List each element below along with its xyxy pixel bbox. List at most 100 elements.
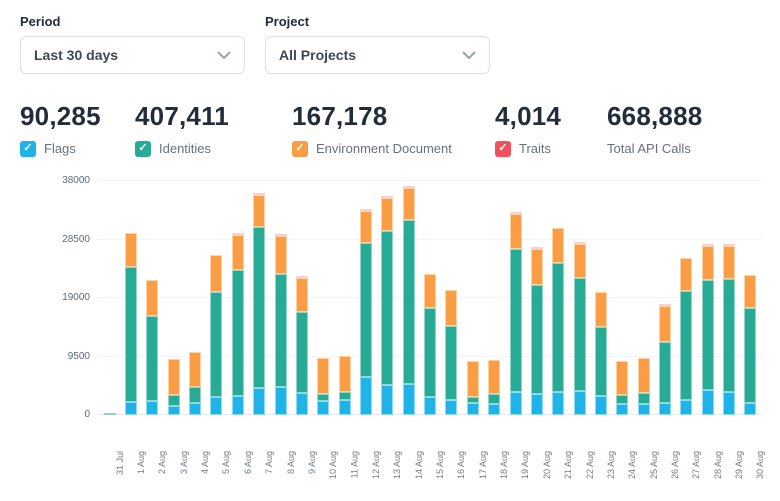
- bar-stack: [146, 280, 158, 415]
- project-dropdown-value: All Projects: [279, 47, 356, 63]
- bar-segment-flags: [488, 404, 500, 415]
- bar-group-10-aug[interactable]: 10 Aug: [313, 181, 334, 415]
- bar-group-1-aug[interactable]: 1 Aug: [120, 181, 141, 415]
- bar-group-17-aug[interactable]: 17 Aug: [462, 181, 483, 415]
- bar-segment-flags: [445, 400, 457, 415]
- bar-segment-environment-document: [146, 280, 158, 317]
- bar-group-16-aug[interactable]: 16 Aug: [441, 181, 462, 415]
- y-axis-label: 9500: [68, 352, 90, 362]
- bar-segment-flags: [531, 394, 543, 415]
- bar-segment-identities: [702, 280, 714, 390]
- bar-group-22-aug[interactable]: 22 Aug: [569, 181, 590, 415]
- x-axis-label-zone: 31 Jul: [99, 415, 120, 461]
- bar-group-14-aug[interactable]: 14 Aug: [398, 181, 419, 415]
- filters-row: Period Last 30 days Project All Projects: [20, 14, 770, 74]
- x-axis-label: 30 Aug: [755, 451, 765, 479]
- bar-segment-flags: [723, 392, 735, 415]
- x-axis-label-zone: 4 Aug: [184, 415, 205, 461]
- bar-stack: [616, 361, 628, 415]
- x-axis-label-zone: 25 Aug: [633, 415, 654, 461]
- plot-area: 31 Jul1 Aug2 Aug3 Aug4 Aug5 Aug6 Aug7 Au…: [98, 181, 762, 415]
- checkbox-identities[interactable]: ✓: [135, 141, 151, 157]
- bar-group-7-aug[interactable]: 7 Aug: [249, 181, 270, 415]
- x-axis-label-zone: 15 Aug: [419, 415, 440, 461]
- bar-group-18-aug[interactable]: 18 Aug: [483, 181, 504, 415]
- project-filter: Project All Projects: [265, 14, 490, 74]
- checkbox-traits[interactable]: ✓: [495, 141, 511, 157]
- checkbox-environment-document[interactable]: ✓: [292, 141, 308, 157]
- bar-stack: [744, 275, 756, 415]
- bar-group-20-aug[interactable]: 20 Aug: [526, 181, 547, 415]
- bar-stack: [403, 186, 415, 415]
- bar-segment-identities: [424, 308, 436, 397]
- x-axis-label-zone: 27 Aug: [676, 415, 697, 461]
- bar-segment-flags: [680, 400, 692, 415]
- bar-group-27-aug[interactable]: 27 Aug: [676, 181, 697, 415]
- bar-segment-flags: [616, 404, 628, 415]
- bar-segment-identities: [659, 342, 671, 404]
- stat-traits: 4,014✓Traits: [495, 101, 607, 157]
- chevron-down-icon: [462, 51, 476, 60]
- bar-group-11-aug[interactable]: 11 Aug: [334, 181, 355, 415]
- bar-group-25-aug[interactable]: 25 Aug: [633, 181, 654, 415]
- bar-stack: [595, 292, 607, 415]
- bar-group-29-aug[interactable]: 29 Aug: [718, 181, 739, 415]
- period-filter: Period Last 30 days: [20, 14, 245, 74]
- bar-group-24-aug[interactable]: 24 Aug: [612, 181, 633, 415]
- project-dropdown[interactable]: All Projects: [265, 36, 490, 74]
- bar-segment-environment-document: [275, 236, 287, 274]
- checkbox-flags[interactable]: ✓: [20, 141, 36, 157]
- bar-stack: [510, 212, 522, 415]
- x-axis-label-zone: 30 Aug: [740, 415, 761, 461]
- bar-group-9-aug[interactable]: 9 Aug: [291, 181, 312, 415]
- bar-group-3-aug[interactable]: 3 Aug: [163, 181, 184, 415]
- bar-group-6-aug[interactable]: 6 Aug: [227, 181, 248, 415]
- bar-segment-environment-document: [424, 274, 436, 308]
- bar-segment-flags: [744, 403, 756, 415]
- bar-segment-environment-document: [595, 292, 607, 327]
- bar-group-13-aug[interactable]: 13 Aug: [377, 181, 398, 415]
- stat-flags: 90,285✓Flags: [20, 101, 135, 157]
- bar-segment-identities: [189, 387, 201, 403]
- bar-segment-identities: [744, 308, 756, 403]
- x-axis-label-zone: 18 Aug: [483, 415, 504, 461]
- period-dropdown[interactable]: Last 30 days: [20, 36, 245, 74]
- stat-label: Identities: [159, 141, 211, 156]
- stat-legend: ✓Traits: [495, 140, 607, 157]
- bar-group-21-aug[interactable]: 21 Aug: [548, 181, 569, 415]
- stat-label: Environment Document: [316, 141, 452, 156]
- usage-chart: 09500190002850038000 31 Jul1 Aug2 Aug3 A…: [20, 181, 770, 415]
- bar-group-28-aug[interactable]: 28 Aug: [697, 181, 718, 415]
- bar-stack: [232, 233, 244, 415]
- bar-group-19-aug[interactable]: 19 Aug: [505, 181, 526, 415]
- bar-group-8-aug[interactable]: 8 Aug: [270, 181, 291, 415]
- bar-segment-flags: [360, 377, 372, 415]
- bar-segment-identities: [232, 270, 244, 396]
- bar-segment-identities: [467, 397, 479, 404]
- bar-group-5-aug[interactable]: 5 Aug: [206, 181, 227, 415]
- bar-segment-flags: [146, 401, 158, 415]
- stat-label: Flags: [44, 141, 76, 156]
- bar-group-30-aug[interactable]: 30 Aug: [740, 181, 761, 415]
- bar-group-2-aug[interactable]: 2 Aug: [142, 181, 163, 415]
- bar-group-31-jul[interactable]: 31 Jul: [99, 181, 120, 415]
- bar-group-15-aug[interactable]: 15 Aug: [419, 181, 440, 415]
- bar-group-4-aug[interactable]: 4 Aug: [184, 181, 205, 415]
- bar-segment-identities: [210, 292, 222, 397]
- x-axis-label-zone: 22 Aug: [569, 415, 590, 461]
- bar-group-26-aug[interactable]: 26 Aug: [654, 181, 675, 415]
- bar-segment-flags: [595, 396, 607, 415]
- x-axis-label-zone: 19 Aug: [505, 415, 526, 461]
- stat-environment-document: 167,178✓Environment Document: [292, 101, 495, 157]
- bar-stack: [723, 244, 735, 415]
- bar-segment-flags: [317, 401, 329, 415]
- bar-segment-environment-document: [531, 249, 543, 285]
- bar-group-23-aug[interactable]: 23 Aug: [590, 181, 611, 415]
- bar-segment-identities: [146, 316, 158, 400]
- bar-group-12-aug[interactable]: 12 Aug: [355, 181, 376, 415]
- bars-container: 31 Jul1 Aug2 Aug3 Aug4 Aug5 Aug6 Aug7 Au…: [98, 181, 762, 415]
- bar-stack: [467, 361, 479, 415]
- bar-stack: [210, 255, 222, 415]
- bar-segment-environment-document: [574, 244, 586, 278]
- bar-segment-flags: [424, 397, 436, 415]
